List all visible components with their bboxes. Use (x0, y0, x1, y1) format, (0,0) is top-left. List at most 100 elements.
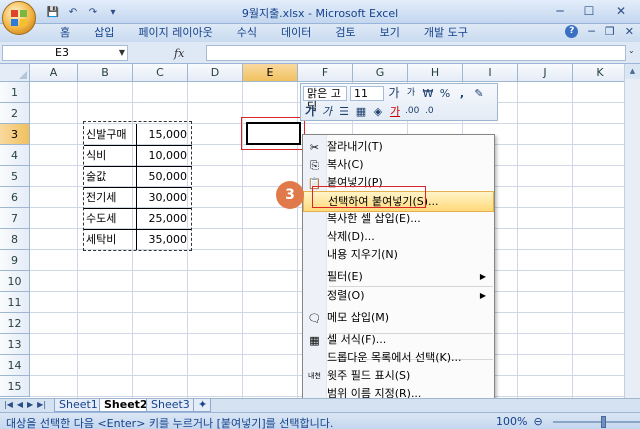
row-header-5[interactable]: 5 (0, 166, 30, 187)
help-icon[interactable]: ? (565, 25, 579, 38)
zoom-slider-thumb[interactable] (600, 415, 606, 428)
row-header-13[interactable]: 13 (0, 334, 30, 355)
column-header-h[interactable]: H (408, 64, 463, 82)
tab-view[interactable]: 보기 (368, 26, 412, 40)
row-header-11[interactable]: 11 (0, 292, 30, 313)
menu-item-label: 필터(E) (327, 270, 363, 284)
workbook-minimize-button[interactable]: ─ (588, 25, 595, 38)
tab-review[interactable]: 검토 (323, 26, 367, 40)
office-button[interactable] (2, 1, 36, 35)
menu-item-icon: 🗨 (307, 311, 322, 325)
row-header-15[interactable]: 15 (0, 376, 30, 397)
tab-formulas[interactable]: 수식 (225, 26, 269, 40)
select-all-button[interactable] (0, 64, 30, 82)
row-header-2[interactable]: 2 (0, 103, 30, 124)
menu-item-blank-icon (307, 248, 322, 263)
formula-input[interactable] (206, 45, 626, 61)
column-header-g[interactable]: G (353, 64, 408, 82)
zoom-slider[interactable] (552, 415, 640, 428)
menu-item-9[interactable]: 🗨 메모 삽입(M) (303, 308, 494, 329)
row-header-8[interactable]: 8 (0, 229, 30, 250)
sheet-tab-3[interactable]: Sheet3 (146, 399, 195, 412)
font-size-box[interactable]: 11 (350, 86, 384, 101)
insert-sheet-icon[interactable]: ✦ (193, 399, 211, 412)
insert-function-icon[interactable]: fx (174, 47, 184, 60)
comma-button[interactable]: , (455, 86, 469, 101)
menu-item-icon: ⎘ (310, 158, 319, 172)
chevron-down-icon[interactable]: ▼ (119, 46, 125, 60)
grid-column-line (572, 82, 573, 398)
italic-button[interactable]: 가 (320, 104, 334, 119)
status-message: 대상을 선택한 다음 <Enter> 키를 누르거나 [붙여넣기]를 선택합니다… (6, 417, 334, 429)
column-header-k[interactable]: K (573, 64, 628, 82)
scroll-up-icon[interactable]: ▲ (625, 64, 640, 79)
fill-color-icon[interactable]: ◈ (371, 104, 385, 119)
column-header-c[interactable]: C (133, 64, 188, 82)
shrink-font-button[interactable]: 가 (404, 86, 418, 101)
prev-sheet-icon[interactable]: ◀ (17, 400, 23, 409)
decrease-decimal-button[interactable]: .0 (422, 104, 436, 119)
percent-button[interactable]: % (438, 86, 452, 101)
maximize-button[interactable]: ☐ (578, 2, 600, 20)
tab-home[interactable]: 홈 (48, 26, 82, 40)
row-header-6[interactable]: 6 (0, 187, 30, 208)
tab-page-layout[interactable]: 페이지 레이아웃 (126, 26, 224, 40)
format-painter-icon[interactable]: ✎ (472, 86, 486, 101)
column-header-f[interactable]: F (298, 64, 353, 82)
row-header-3[interactable]: 3 (0, 124, 30, 145)
row-header-10[interactable]: 10 (0, 271, 30, 292)
row-header-4[interactable]: 4 (0, 145, 30, 166)
font-name-box[interactable]: 맑은 고딕 (303, 86, 347, 113)
workbook-close-button[interactable]: ✕ (625, 25, 634, 38)
tab-developer[interactable]: 개발 도구 (412, 26, 480, 40)
next-sheet-icon[interactable]: ▶ (27, 400, 33, 409)
workbook-restore-button[interactable]: ❐ (605, 25, 615, 38)
formula-bar: E3 ▼ fx ⌄ (0, 42, 640, 64)
column-header-d[interactable]: D (188, 64, 243, 82)
tab-data[interactable]: 데이터 (269, 26, 323, 40)
row-header-9[interactable]: 9 (0, 250, 30, 271)
menu-item-label: 복사(C) (327, 157, 364, 171)
submenu-arrow-icon: ▶ (479, 290, 486, 300)
row-header-7[interactable]: 7 (0, 208, 30, 229)
align-center-button[interactable]: ☰ (337, 104, 351, 119)
currency-button[interactable]: ₩ (421, 86, 435, 101)
minimize-button[interactable]: ─ (549, 2, 571, 20)
zoom-out-icon[interactable]: ⊖ (533, 415, 542, 428)
column-header-i[interactable]: I (463, 64, 518, 82)
menu-item-label: 삭제(D)... (327, 230, 375, 244)
sheet-tab-1[interactable]: Sheet1 (54, 399, 103, 412)
column-header-e[interactable]: E (243, 64, 298, 82)
expand-formula-bar-icon[interactable]: ⌄ (628, 46, 638, 60)
zoom-level[interactable]: 100% (496, 415, 527, 428)
column-header-a[interactable]: A (30, 64, 78, 82)
last-sheet-icon[interactable]: ▶| (37, 400, 46, 409)
name-box[interactable]: E3 ▼ (2, 45, 128, 61)
menu-item-label: 잘라내기(T) (327, 139, 383, 153)
menu-item-label: 윗주 필드 표시(S) (327, 369, 411, 383)
menu-item-6[interactable]: 내용 지우기(N) (303, 245, 494, 266)
vertical-scrollbar[interactable]: ▲ (624, 64, 640, 398)
highlight-box-cell (241, 117, 305, 150)
row-header-1[interactable]: 1 (0, 82, 30, 103)
row-header-12[interactable]: 12 (0, 313, 30, 334)
column-header-b[interactable]: B (78, 64, 133, 82)
tab-insert[interactable]: 삽입 (82, 26, 126, 40)
sheet-tab-2[interactable]: Sheet2 (99, 399, 153, 412)
increase-decimal-button[interactable]: .00 (405, 104, 419, 119)
close-button[interactable]: ✕ (610, 2, 632, 20)
menu-item-label: 내용 지우기(N) (327, 248, 398, 262)
column-header-j[interactable]: J (518, 64, 573, 82)
sheet-tab-bar: |◀ ◀ ▶ ▶| Sheet1 Sheet2 Sheet3 ✦ (0, 398, 640, 412)
menu-item-label: 복사한 셀 삽입(E)... (327, 211, 421, 225)
first-sheet-icon[interactable]: |◀ (4, 400, 13, 409)
bold-button[interactable]: 가 (303, 104, 317, 119)
borders-icon[interactable]: ▦ (354, 104, 368, 119)
menu-item-8[interactable]: 정렬(O) ▶ (303, 286, 494, 307)
step-badge: 3 (276, 181, 304, 209)
row-header-14[interactable]: 14 (0, 355, 30, 376)
grow-font-button[interactable]: 가 (387, 86, 401, 101)
menu-item-label: 셀 서식(F)... (327, 333, 387, 347)
status-bar: 대상을 선택한 다음 <Enter> 키를 누르거나 [붙여넣기]를 선택합니다… (0, 412, 640, 429)
font-color-button[interactable]: 가 (388, 104, 402, 119)
